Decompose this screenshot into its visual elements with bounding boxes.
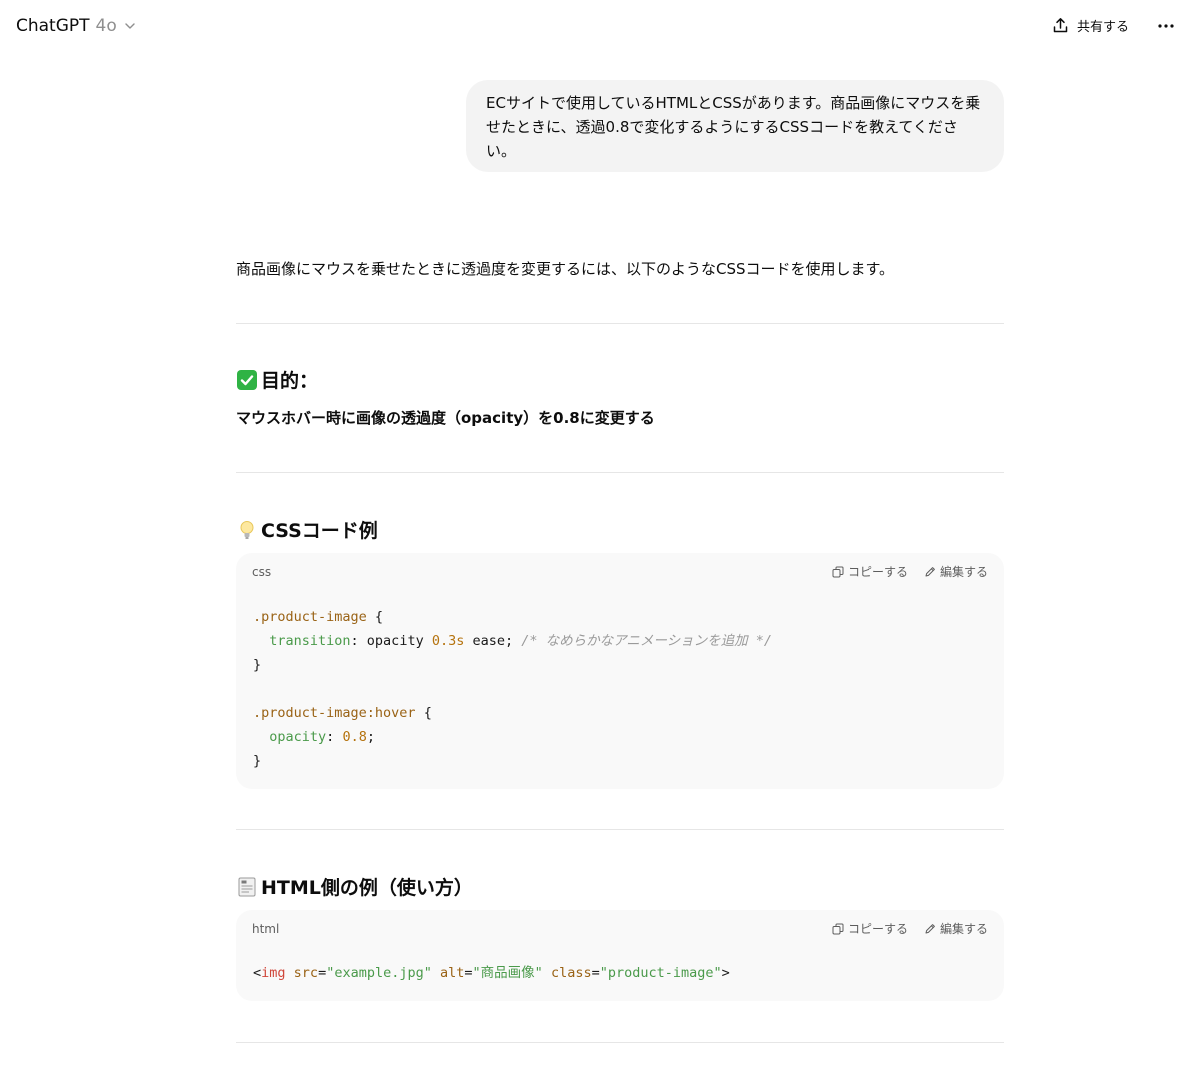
code-token: img (261, 965, 286, 981)
share-label: 共有する (1077, 20, 1130, 35)
code-language-label: css (252, 565, 272, 579)
css-code: .product-image { transition: opacity 0.3… (253, 605, 772, 773)
code-actions: コピーする 編集する (832, 563, 988, 580)
code-token: alt (440, 965, 465, 981)
edit-label: 編集する (939, 922, 988, 936)
code-token: { (415, 705, 432, 721)
divider (236, 472, 1004, 473)
code-token: > (721, 965, 730, 981)
divider (236, 1042, 1004, 1043)
html-code: <img src="example.jpg" alt="商品画像" class=… (253, 961, 730, 985)
copy-button[interactable]: コピーする (832, 563, 908, 580)
code-token: } (253, 657, 262, 673)
divider (236, 323, 1004, 324)
code-token: } (253, 753, 262, 769)
goal-heading: 目的： (236, 366, 318, 393)
code-comment: /* なめらかなアニメーションを追加 */ (521, 633, 772, 649)
code-token: ; (366, 729, 375, 745)
code-token: : opacity (350, 633, 432, 649)
html-heading: HTML側の例（使い方） (236, 873, 473, 900)
code-token: "product-image" (599, 965, 722, 981)
code-token: 0.8 (342, 729, 367, 745)
code-token: .product-image (253, 609, 367, 625)
goal-heading-text: 目的： (261, 370, 319, 392)
copy-button[interactable]: コピーする (832, 920, 908, 937)
edit-button[interactable]: 編集する (924, 920, 988, 937)
html-code-block: html コピーする 編集する <img src="example.jpg" a… (236, 910, 1004, 1001)
copy-label: コピーする (847, 922, 908, 936)
code-token: : (326, 729, 343, 745)
assistant-intro: 商品画像にマウスを乗せたときに透過度を変更するには、以下のようなCSSコードを使… (236, 260, 895, 278)
code-token: "商品画像" (472, 965, 543, 981)
code-token: src (293, 965, 319, 981)
code-token: 0.3s (431, 633, 465, 649)
user-message-bubble: ECサイトで使用しているHTMLとCSSがあります。商品画像にマウスを乗せたとき… (466, 80, 1004, 172)
code-token: = (318, 965, 327, 981)
more-options-button[interactable] (1154, 14, 1178, 38)
code-token: < (253, 965, 262, 981)
code-token: = (464, 965, 473, 981)
code-token: .product-image:hover (253, 705, 416, 721)
copy-label: コピーする (847, 565, 908, 579)
copy-icon (832, 923, 844, 934)
goal-text: マウスホバー時に画像の透過度（opacity）を0.8に変更する (236, 409, 655, 427)
page-icon (238, 877, 256, 896)
code-token: = (591, 965, 600, 981)
model-switcher[interactable]: ChatGPT 4o (16, 16, 137, 36)
app-title: ChatGPT (16, 16, 90, 36)
code-language-label: html (252, 922, 280, 936)
code-token: transition (269, 633, 351, 649)
html-heading-text: HTML側の例（使い方） (261, 877, 473, 899)
more-horizontal-icon (1158, 24, 1174, 28)
edit-label: 編集する (939, 565, 988, 579)
code-token: class (550, 965, 592, 981)
top-bar: ChatGPT 4o 共有する (0, 0, 1194, 52)
check-mark-icon (237, 369, 257, 390)
edit-icon (925, 923, 935, 933)
code-token: { (366, 609, 384, 625)
chevron-down-icon (125, 23, 135, 29)
code-token: ease; (464, 633, 522, 649)
edit-button[interactable]: 編集する (924, 563, 988, 580)
share-icon (1053, 18, 1068, 33)
copy-icon (832, 566, 844, 577)
css-code-block: css コピーする 編集する .product-image { transiti… (236, 553, 1004, 789)
edit-icon (925, 566, 935, 576)
code-actions: コピーする 編集する (832, 920, 988, 937)
code-token: opacity (269, 729, 327, 745)
divider (236, 829, 1004, 830)
code-token: "example.jpg" (326, 965, 432, 981)
share-button[interactable]: 共有する (1052, 16, 1129, 35)
css-heading-text: CSSコード例 (261, 520, 378, 542)
light-bulb-icon (240, 520, 254, 539)
css-heading: CSSコード例 (236, 516, 378, 543)
model-name: 4o (95, 16, 117, 36)
